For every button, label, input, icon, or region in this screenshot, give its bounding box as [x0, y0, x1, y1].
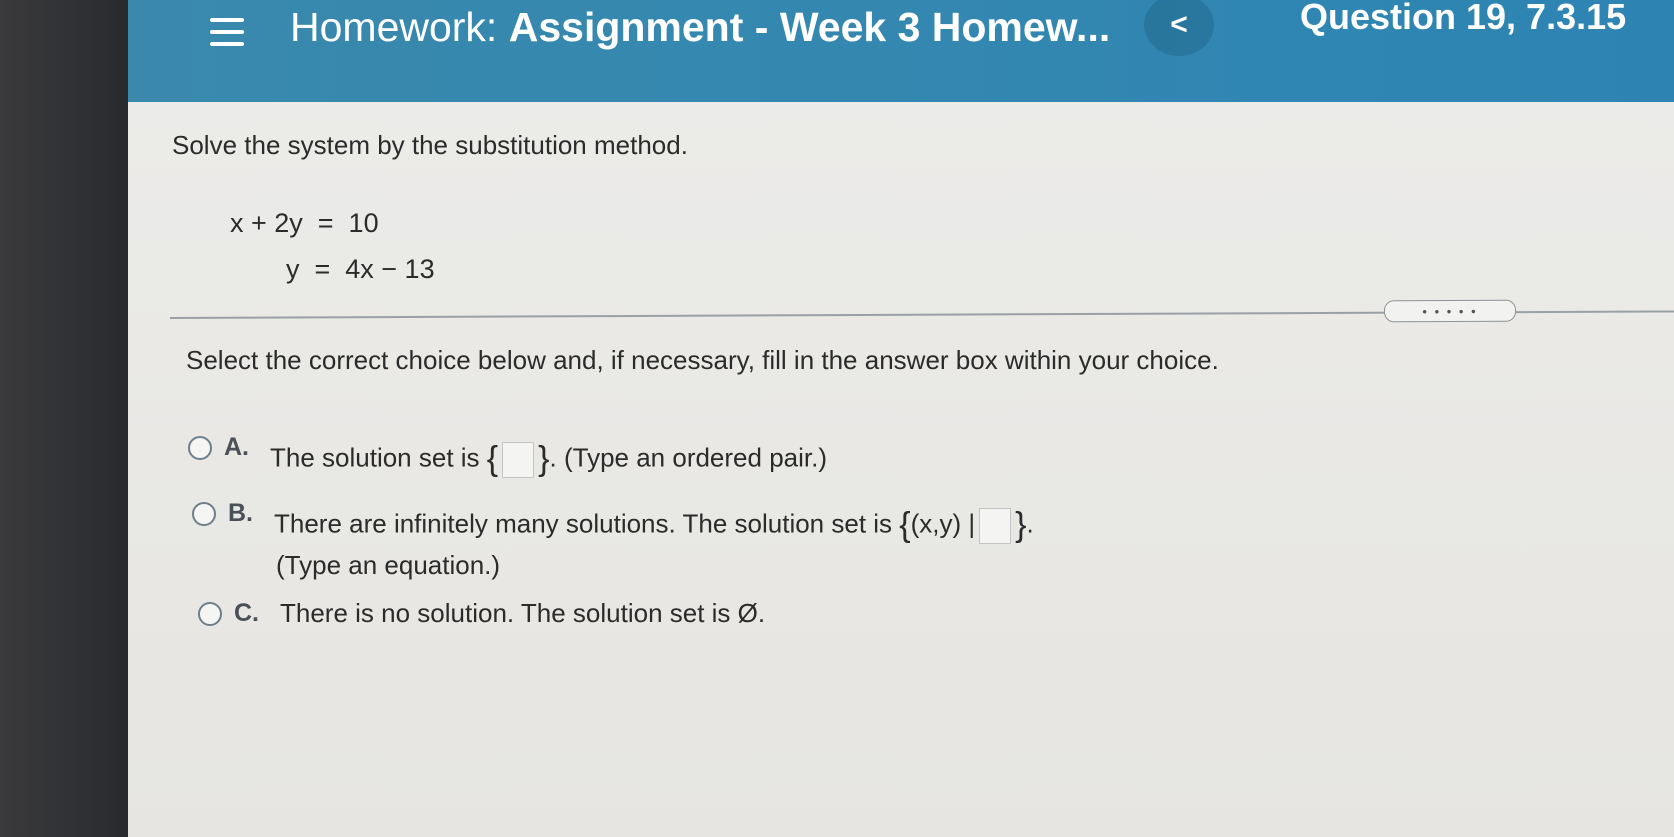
choice-b-label: There are infinitely many solutions. The… [274, 508, 893, 539]
equation-2: y = 4x − 13 [286, 254, 435, 284]
choice-b-text: There are infinitely many solutions. The… [274, 506, 1034, 545]
choice-c-letter: C. [234, 599, 259, 627]
previous-question-button[interactable]: < [1144, 0, 1214, 56]
choice-b-answer-box[interactable] [979, 507, 1012, 544]
choice-b-radio[interactable] [192, 502, 216, 526]
menu-icon[interactable] [210, 18, 244, 46]
set-builder-prefix: (x,y) | [910, 508, 976, 539]
chevron-left-icon: < [1170, 8, 1188, 41]
select-instruction: Select the correct choice below and, if … [186, 345, 1219, 375]
open-brace: { [899, 506, 911, 544]
header-bar: Homework: Assignment - Week 3 Homew... <… [128, 0, 1674, 102]
choice-a-radio[interactable] [188, 436, 212, 460]
choice-a-label: The solution set is [270, 442, 480, 473]
open-brace: { [486, 440, 499, 478]
choice-b-letter: B. [228, 499, 253, 527]
choice-b-period: . [1026, 508, 1034, 539]
close-brace: } [1015, 506, 1027, 544]
choice-a-answer-box[interactable] [502, 441, 535, 478]
equation-1: x + 2y = 10 [230, 208, 379, 238]
choice-a-letter: A. [224, 433, 249, 461]
choice-a-text: The solution set is {}. (Type an ordered… [270, 440, 827, 479]
question-info: Question 19, 7.3.15 [1300, 0, 1627, 37]
problem-instruction: Solve the system by the substitution met… [172, 130, 688, 160]
expand-more-button[interactable]: • • • • • [1383, 299, 1517, 323]
choice-c-text: There is no solution. The solution set i… [280, 598, 766, 628]
choice-c-radio[interactable] [198, 602, 222, 626]
title-prefix: Homework: [290, 4, 498, 50]
choice-b-hint: (Type an equation.) [276, 550, 501, 580]
choice-a-hint: . (Type an ordered pair.) [549, 442, 827, 473]
assignment-name: Assignment - Week 3 Homew... [508, 4, 1111, 50]
screen: Homework: Assignment - Week 3 Homew... <… [128, 0, 1674, 837]
close-brace: } [538, 440, 550, 478]
page-title: Homework: Assignment - Week 3 Homew... [290, 4, 1110, 51]
